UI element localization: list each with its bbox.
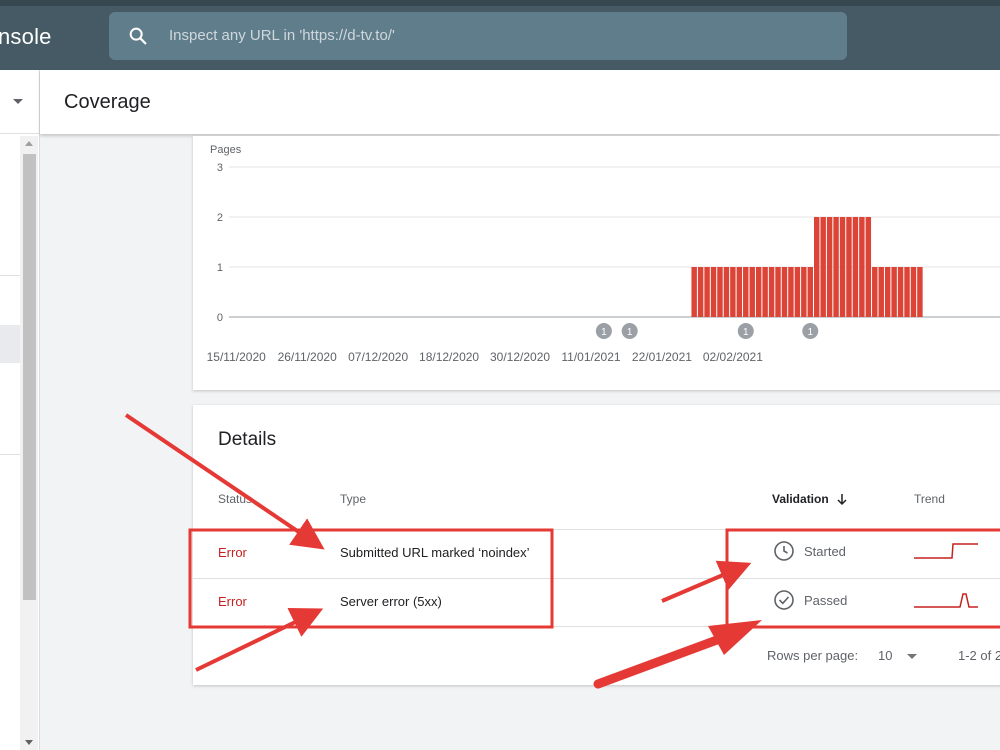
x-tick-label: 11/01/2021: [561, 350, 620, 364]
sidebar-item-coverage[interactable]: [0, 325, 20, 363]
check-circle-icon: [774, 590, 794, 610]
chart-bar: [788, 267, 794, 317]
url-inspection-search[interactable]: Inspect any URL in 'https://d-tv.to/': [109, 12, 847, 60]
chart-bar: [904, 267, 910, 317]
chart-bar: [704, 267, 710, 317]
details-card: Details Status Type Validation Trend Err…: [193, 405, 1000, 685]
x-tick-label: 30/12/2020: [490, 350, 550, 364]
chart-bar: [801, 267, 807, 317]
table-divider: [193, 626, 1000, 627]
x-tick-label: 02/02/2021: [703, 350, 763, 364]
chart-bar: [859, 217, 865, 317]
x-tick-label: 26/11/2020: [278, 350, 337, 364]
page-title: Coverage: [64, 91, 151, 113]
chart-bar: [852, 217, 859, 317]
sidebar: [0, 70, 40, 750]
chart-bar: [897, 267, 904, 317]
validation-cell: Passed: [804, 593, 848, 608]
chart-bar: [691, 267, 697, 317]
chart-bar: [755, 267, 762, 317]
x-tick-label: 07/12/2020: [348, 350, 408, 364]
y-tick-label: 3: [217, 162, 223, 174]
details-title: Details: [218, 429, 277, 450]
x-tick-label: 18/12/2020: [419, 350, 479, 364]
column-header-trend[interactable]: Trend: [914, 492, 945, 506]
rows-per-page-select[interactable]: 10: [878, 648, 892, 663]
chart-bar: [710, 267, 717, 317]
sort-down-arrow-icon[interactable]: [836, 492, 848, 506]
coverage-chart: Pages 0 1 2 3 15/11/2020 26/11/2020 07/12/2020 1…: [207, 144, 1000, 364]
chart-bar: [768, 267, 775, 317]
trend-sparkline: [914, 543, 978, 559]
chart-bar: [891, 267, 897, 317]
y-tick-label: 0: [217, 312, 223, 324]
status-cell: Error: [218, 545, 247, 560]
chart-bar: [743, 267, 749, 317]
chevron-down-icon[interactable]: [907, 654, 917, 659]
chart-bar: [878, 267, 884, 317]
y-axis-label: Pages: [210, 144, 242, 156]
sidebar-divider: [0, 275, 22, 276]
scroll-down-arrow-icon[interactable]: [25, 740, 33, 745]
property-selector[interactable]: [0, 70, 40, 134]
search-icon: [129, 27, 147, 45]
annotation-marker-label: 1: [807, 327, 813, 338]
table-divider: [193, 578, 1000, 579]
table-divider: [193, 529, 1000, 530]
column-header-status[interactable]: Status: [218, 492, 252, 506]
scrollbar-thumb[interactable]: [23, 154, 36, 600]
chart-bar: [717, 267, 723, 317]
clock-icon: [774, 541, 794, 561]
y-tick-label: 2: [217, 212, 223, 224]
annotation-marker-label: 1: [743, 327, 749, 338]
chart-bar: [833, 217, 839, 317]
chart-bar: [749, 267, 755, 317]
chart-bar: [730, 267, 736, 317]
chevron-down-icon: [13, 99, 23, 104]
pagination-range: 1-2 of 2: [958, 648, 1000, 663]
x-tick-label: 22/01/2021: [632, 350, 692, 364]
chart-bar: [697, 267, 704, 317]
page-header: Coverage: [40, 70, 1000, 134]
y-tick-label: 1: [217, 262, 223, 274]
coverage-chart-card: Pages 0 1 2 3 15/11/2020 26/11/2020 07/12/2020 1…: [193, 136, 1000, 390]
chart-bar: [775, 267, 781, 317]
scroll-up-arrow-icon[interactable]: [25, 141, 33, 146]
chart-bar: [872, 267, 878, 317]
annotation-marker-label: 1: [601, 327, 607, 338]
chart-bar: [814, 217, 820, 317]
app-title: nsole: [0, 24, 52, 49]
type-cell: Server error (5xx): [340, 594, 442, 609]
chart-bar: [807, 267, 813, 317]
chart-bar: [865, 217, 872, 317]
chart-bar: [736, 267, 743, 317]
trend-sparkline: [914, 593, 978, 608]
chart-bar: [910, 267, 917, 317]
sidebar-scrollbar[interactable]: [20, 136, 38, 750]
chart-bar: [794, 267, 801, 317]
type-cell: Submitted URL marked ‘noindex’: [340, 545, 530, 560]
chart-bar: [781, 267, 788, 317]
chart-bar: [917, 267, 923, 317]
top-app-bar: nsole Inspect any URL in 'https://d-tv.t…: [0, 0, 1000, 70]
chart-bar: [723, 267, 730, 317]
rows-per-page-label: Rows per page:: [767, 648, 859, 663]
validation-cell: Started: [804, 544, 846, 559]
chart-bar: [846, 217, 852, 317]
chart-bar: [884, 267, 891, 317]
chart-bar: [839, 217, 846, 317]
x-tick-label: 15/11/2020: [207, 350, 266, 364]
search-input[interactable]: Inspect any URL in 'https://d-tv.to/': [169, 27, 395, 44]
chart-bar: [826, 217, 833, 317]
column-header-validation[interactable]: Validation: [772, 492, 829, 506]
status-cell: Error: [218, 594, 247, 609]
annotation-marker-label: 1: [627, 327, 633, 338]
chart-bar: [762, 267, 768, 317]
column-header-type[interactable]: Type: [340, 492, 366, 506]
chart-bar: [820, 217, 826, 317]
sidebar-divider: [0, 454, 22, 455]
